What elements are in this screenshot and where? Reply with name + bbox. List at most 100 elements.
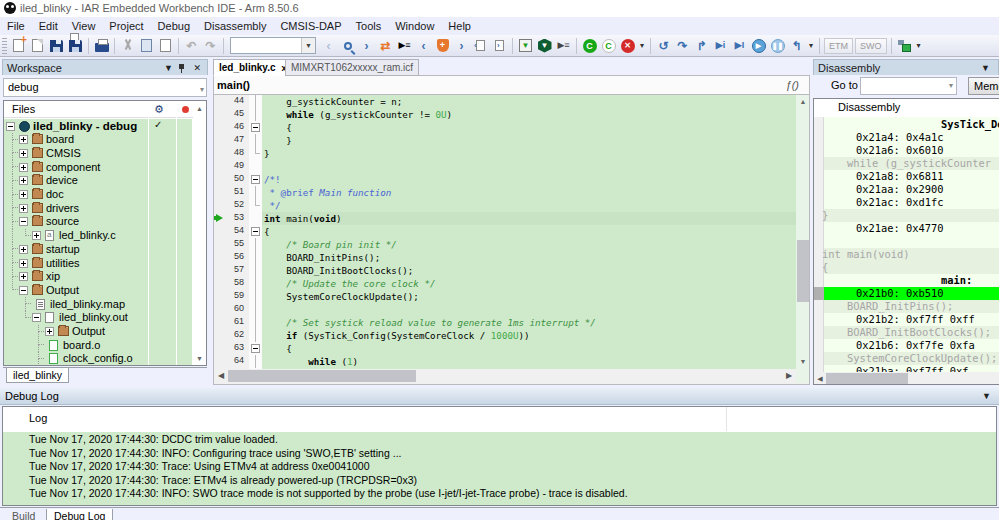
tree-item-led-blinky-c[interactable]: led_blinky.c <box>4 229 192 243</box>
tree-expander-icon[interactable] <box>19 272 28 281</box>
tree-expander-icon[interactable] <box>19 190 28 199</box>
navigate-swap-button[interactable]: ⇄ <box>376 36 395 55</box>
output-tab-debug-log[interactable]: Debug Log <box>46 509 113 520</box>
tree-scroll-up-icon[interactable]: ▲ <box>193 102 206 115</box>
quick-search-combo[interactable]: ▼ <box>230 37 316 54</box>
toolbar-overflow-caret[interactable]: ▾ <box>637 41 647 50</box>
print-button[interactable] <box>92 36 111 55</box>
tree-expander-icon[interactable] <box>6 122 15 131</box>
fold-minus-icon[interactable] <box>251 227 260 236</box>
function-list-icon[interactable]: ƒ() <box>786 76 799 94</box>
tree-item-output[interactable]: Output <box>4 325 192 339</box>
find-previous-button[interactable]: ‹ <box>319 36 338 55</box>
workspace-project-tab[interactable]: iled_blinky <box>6 368 69 383</box>
restart-debugger-button[interactable]: C <box>599 36 618 55</box>
editor-scroll-up-icon[interactable]: ▲ <box>796 95 810 108</box>
component-tree-button[interactable] <box>895 36 914 55</box>
etm-button[interactable]: ETM <box>824 38 853 54</box>
debug-log-header[interactable]: Debug Log ▼ <box>0 388 999 405</box>
cut-button[interactable] <box>118 36 137 55</box>
step-into-button[interactable]: ▶i <box>711 36 730 55</box>
tree-item-board-o[interactable]: board.o <box>4 338 192 352</box>
tree-item-utilities[interactable]: utilities <box>4 256 192 270</box>
download-button[interactable]: ▼ <box>516 36 535 55</box>
editor-tab-mimxrt1062xxxxx-ram-icf[interactable]: MIMXRT1062xxxxx_ram.icf <box>285 59 419 76</box>
debug-log-menu-icon[interactable]: ▼ <box>982 388 991 404</box>
editor-vertical-scrollbar[interactable]: ▲ ▼ <box>796 95 810 383</box>
workspace-panel-header[interactable]: Workspace ▼ ✕ <box>2 59 208 75</box>
search-button[interactable] <box>338 36 357 55</box>
disassembly-horizontal-scrollbar[interactable]: ◀ <box>814 372 999 385</box>
copy-button[interactable] <box>137 36 156 55</box>
goto-address-combo[interactable]: ▾ <box>860 77 957 95</box>
disasm-hscroll-thumb[interactable] <box>826 373 908 384</box>
menu-tools[interactable]: Tools <box>349 17 389 35</box>
menu-project[interactable]: Project <box>102 17 150 35</box>
swo-button[interactable]: SWO <box>855 38 887 54</box>
editor-horizontal-scrollbar[interactable]: ◀ ▶ <box>214 369 796 383</box>
tree-expander-icon[interactable] <box>19 176 28 185</box>
editor-hscroll-thumb[interactable] <box>228 370 416 382</box>
download-and-debug-button[interactable]: ▼ <box>535 36 554 55</box>
tree-item-component[interactable]: component <box>4 160 192 174</box>
editor-vscroll-thumb[interactable] <box>797 240 809 302</box>
editor-scroll-right-icon[interactable]: ▶ <box>782 369 796 383</box>
stop-debugging-button[interactable]: ✕ <box>618 36 637 55</box>
editor-scroll-left-icon[interactable]: ◀ <box>214 369 228 383</box>
tree-expander-icon[interactable] <box>19 149 28 158</box>
tree-item-source[interactable]: source <box>4 215 192 229</box>
step-out-button[interactable]: ↱ <box>692 36 711 55</box>
navigate-back-button[interactable]: ‹ <box>414 36 433 55</box>
redo-button[interactable]: ↷ <box>201 36 220 55</box>
editor-tab-led-blinky-c[interactable]: led_blinky.cx <box>213 59 293 76</box>
tree-item-iled-blinky-out[interactable]: iled_blinky.out <box>4 311 192 325</box>
next-statement-button[interactable]: ▶I <box>730 36 749 55</box>
workspace-pin-icon[interactable] <box>178 64 186 73</box>
tree-scroll-down-icon[interactable]: ▼ <box>193 352 206 365</box>
tree-item-device[interactable]: device <box>4 174 192 188</box>
tree-expander-icon[interactable] <box>32 313 41 322</box>
tree-expander-icon[interactable] <box>19 135 28 144</box>
save-all-button[interactable] <box>66 36 85 55</box>
tree-scrollbar[interactable]: ▲ ▼ <box>193 102 206 365</box>
paste-button[interactable] <box>156 36 175 55</box>
menu-debug[interactable]: Debug <box>151 17 197 35</box>
stop-debug-session-button[interactable]: ↰ <box>787 36 806 55</box>
disassembly-menu-icon[interactable]: ▼ <box>981 60 990 76</box>
tree-expander-icon[interactable] <box>19 259 28 268</box>
gear-icon[interactable]: ⚙ <box>154 104 164 114</box>
debug-without-downloading-button[interactable]: ▶≡ <box>554 36 573 55</box>
disassembly-view[interactable]: Disassembly SysTick_DelayTicks:0x21a4: 0… <box>813 98 999 385</box>
tree-expander-icon[interactable] <box>19 217 28 226</box>
new-file-button[interactable] <box>9 36 28 55</box>
tree-expander-icon[interactable] <box>45 327 54 336</box>
memory-button[interactable]: Memory <box>968 77 999 95</box>
quick-search-dropdown[interactable]: ▼ <box>301 38 315 53</box>
reset-button[interactable]: ↺ <box>654 36 673 55</box>
break-button[interactable]: ❚❚ <box>768 36 787 55</box>
disasm-scroll-left-icon[interactable]: ◀ <box>814 372 826 385</box>
workspace-close-icon[interactable]: ✕ <box>193 60 201 76</box>
tree-item-board[interactable]: board <box>4 133 192 147</box>
menu-help[interactable]: Help <box>441 17 478 35</box>
save-button[interactable] <box>47 36 66 55</box>
fold-minus-icon[interactable] <box>251 123 260 132</box>
tree-item-drivers[interactable]: drivers <box>4 201 192 215</box>
previous-bookmark-button[interactable]: ‹ <box>471 36 490 55</box>
tree-item-iled-blinky-debug[interactable]: iled_blinky - debug✓ <box>4 119 192 133</box>
menu-edit[interactable]: Edit <box>32 17 65 35</box>
tree-item-xip[interactable]: xip <box>4 270 192 284</box>
editor-code-area[interactable]: 44 g_systickCounter = n;45 while (g_syst… <box>213 95 810 385</box>
disassembly-panel-header[interactable]: Disassembly ▼ <box>813 59 999 75</box>
run-to-cursor-button[interactable]: ▶≡ <box>395 36 414 55</box>
breakpoint-shield-button[interactable]: + <box>433 36 452 55</box>
next-bookmark-button[interactable]: › <box>490 36 509 55</box>
find-next-button[interactable]: › <box>357 36 376 55</box>
debug-log-view[interactable]: Log Tue Nov 17, 2020 17:44:30: DCDC trim… <box>2 406 997 506</box>
tree-expander-icon[interactable] <box>19 245 28 254</box>
editor-scroll-down-icon[interactable]: ▼ <box>796 355 810 368</box>
tree-item-clock-config-o[interactable]: clock_config.o <box>4 352 192 366</box>
go-button[interactable]: ▶ <box>749 36 768 55</box>
menu-window[interactable]: Window <box>388 17 441 35</box>
tree-item-output[interactable]: Output <box>4 283 192 297</box>
